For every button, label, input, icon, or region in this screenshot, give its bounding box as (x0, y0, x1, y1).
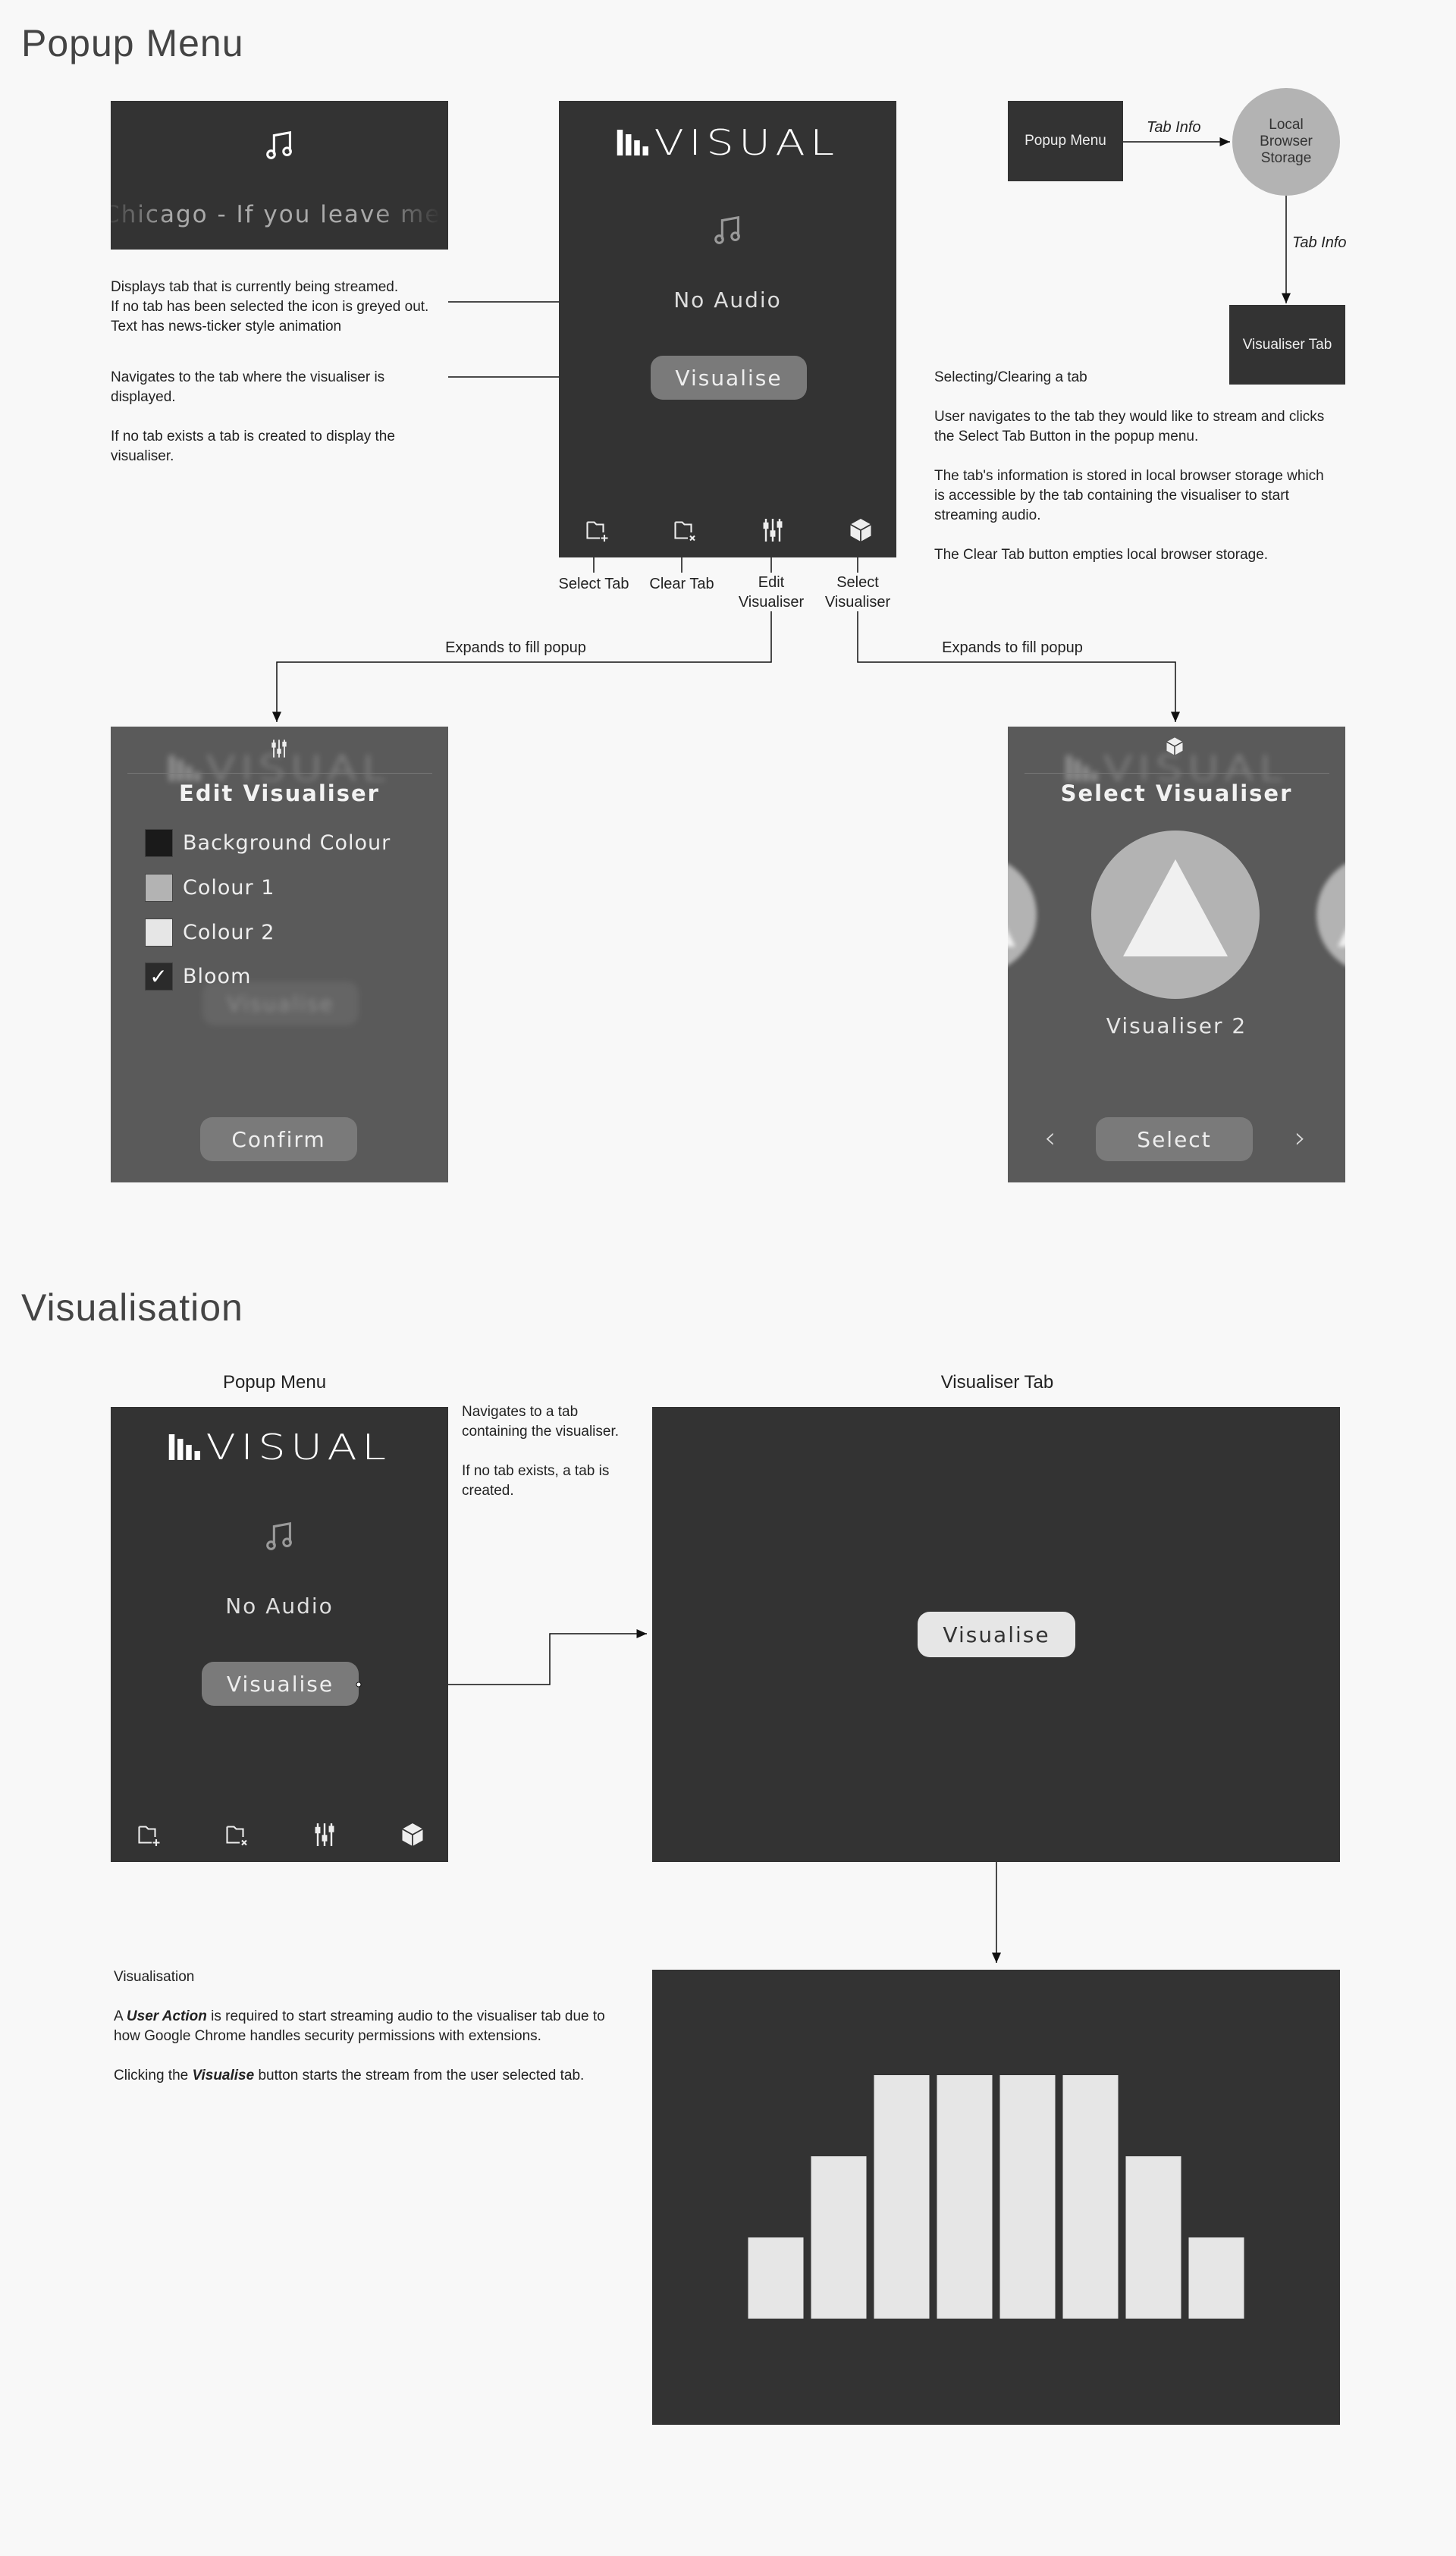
current-visualiser-thumbnail (1091, 831, 1260, 999)
sliders-icon (268, 738, 290, 759)
current-visualiser-name: Visualiser 2 (1106, 1013, 1247, 1038)
visualise-annotation: Navigates to the tab where the visualise… (111, 368, 429, 486)
edit-visualiser-title: Edit Visualiser (179, 780, 380, 806)
audio-bars (748, 2075, 1244, 2319)
note-paragraph: Navigates to a tab containing the visual… (462, 1404, 620, 1440)
flow-edge-label: Tab Info (1292, 234, 1347, 251)
audio-bar (811, 2156, 867, 2319)
audio-bar (748, 2237, 804, 2319)
cube-icon[interactable] (847, 517, 874, 544)
confirm-button[interactable]: Confirm (200, 1117, 357, 1161)
folder-plus-icon[interactable] (584, 517, 611, 544)
bloom-checkbox[interactable]: ✓ (145, 962, 173, 991)
audio-bar (999, 2075, 1056, 2319)
ticker-preview: Chicago - If you leave me (111, 101, 448, 250)
note-title: Selecting/Clearing a tab (934, 369, 1087, 385)
colour-swatch[interactable] (145, 874, 173, 902)
ticker-text: Chicago - If you leave me (111, 201, 441, 228)
ticker-annotation: Displays tab that is currently being str… (111, 278, 452, 337)
popup-menu: VISUAL No Audio Visualise (559, 101, 896, 557)
sliders-icon[interactable] (761, 517, 785, 544)
annotation-line: If no tab has been selected the icon is … (111, 299, 429, 315)
visualise-button[interactable]: Visualise (651, 356, 807, 400)
visualiser-tab-label: Visualiser Tab (940, 1372, 1054, 1393)
clear-tab-label: Clear Tab (649, 576, 714, 592)
music-note-icon (262, 1519, 297, 1554)
chevron-left-icon[interactable]: ‹ (1044, 1121, 1056, 1154)
visual-logo: VISUAL (168, 1430, 391, 1465)
audio-status: No Audio (673, 287, 782, 312)
audio-bar (874, 2075, 930, 2319)
flow-node-popup-menu: Popup Menu (1008, 101, 1123, 181)
note-title: Visualisation (114, 1969, 195, 1985)
folder-plus-icon[interactable] (136, 1821, 163, 1848)
colour-swatch[interactable] (145, 918, 173, 947)
visualisation-note: Visualisation A User Action is required … (114, 1967, 629, 2105)
visualiser-tab: Visualise (652, 1407, 1340, 1862)
next-visualiser-thumbnail (1316, 864, 1345, 966)
annotation-text: If no tab exists a tab is created to dis… (111, 429, 395, 464)
tab-visualise-button[interactable]: Visualise (918, 1612, 1075, 1657)
prev-visualiser-thumbnail (1008, 864, 1037, 966)
audio-bar (937, 2075, 993, 2319)
note-paragraph: The tab's information is stored in local… (934, 468, 1324, 523)
folder-x-icon[interactable] (224, 1821, 251, 1848)
folder-x-icon[interactable] (672, 517, 699, 544)
edit-visualiser-label: Edit Visualiser (738, 574, 805, 611)
music-note-icon (262, 128, 297, 163)
annotation-line: Text has news-ticker style animation (111, 319, 342, 334)
expands-label-right: Expands to fill popup (942, 639, 1083, 656)
flow-node-local-storage: Local Browser Storage (1232, 88, 1340, 196)
visual-logo: VISUAL (617, 125, 839, 160)
annotation-text: Navigates to the tab where the visualise… (111, 369, 385, 405)
visualise-button[interactable]: Visualise (202, 1662, 359, 1706)
select-tab-label: Select Tab (558, 576, 629, 592)
annotation-line: Displays tab that is currently being str… (111, 279, 399, 295)
audio-status: No Audio (225, 1594, 334, 1619)
popup-menu-label: Popup Menu (222, 1372, 327, 1393)
visualiser-carousel[interactable] (1008, 727, 1345, 1182)
chevron-right-icon[interactable]: › (1294, 1121, 1306, 1154)
audio-bar (1125, 2156, 1181, 2319)
select-button[interactable]: Select (1096, 1117, 1253, 1161)
flow-edge-label: Tab Info (1147, 119, 1201, 136)
note-paragraph: A User Action is required to start strea… (114, 2008, 605, 2044)
cube-icon[interactable] (399, 1821, 426, 1848)
option-background-colour[interactable]: Background Colour (145, 829, 391, 857)
visualiser-output (652, 1970, 1340, 2425)
edit-visualiser-panel: VISUAL Visualise Edit Visualiser Backgro… (111, 727, 448, 1182)
music-note-icon (711, 213, 745, 248)
sliders-icon[interactable] (312, 1821, 337, 1848)
popup-menu-2: VISUAL No Audio Visualise (111, 1407, 448, 1862)
audio-bar (1188, 2237, 1244, 2319)
select-visualiser-panel: VISUAL Select Visualiser Visualiser 2 ‹ … (1008, 727, 1345, 1182)
note-paragraph: Clicking the Visualise button starts the… (114, 2068, 585, 2083)
note-paragraph: User navigates to the tab they would lik… (934, 409, 1325, 444)
option-bloom[interactable]: ✓ Bloom (145, 962, 251, 991)
option-colour-1[interactable]: Colour 1 (145, 874, 275, 902)
audio-bar (1062, 2075, 1119, 2319)
navigate-note: Navigates to a tab containing the visual… (462, 1402, 636, 1521)
expands-label-left: Expands to fill popup (445, 639, 586, 656)
select-visualiser-label: Select Visualiser (824, 574, 891, 611)
option-colour-2[interactable]: Colour 2 (145, 918, 275, 947)
note-paragraph: If no tab exists, a tab is created. (462, 1463, 610, 1499)
note-paragraph: The Clear Tab button empties local brows… (934, 547, 1269, 563)
selecting-note: Selecting/Clearing a tab User navigates … (934, 368, 1329, 585)
colour-swatch[interactable] (145, 829, 173, 857)
